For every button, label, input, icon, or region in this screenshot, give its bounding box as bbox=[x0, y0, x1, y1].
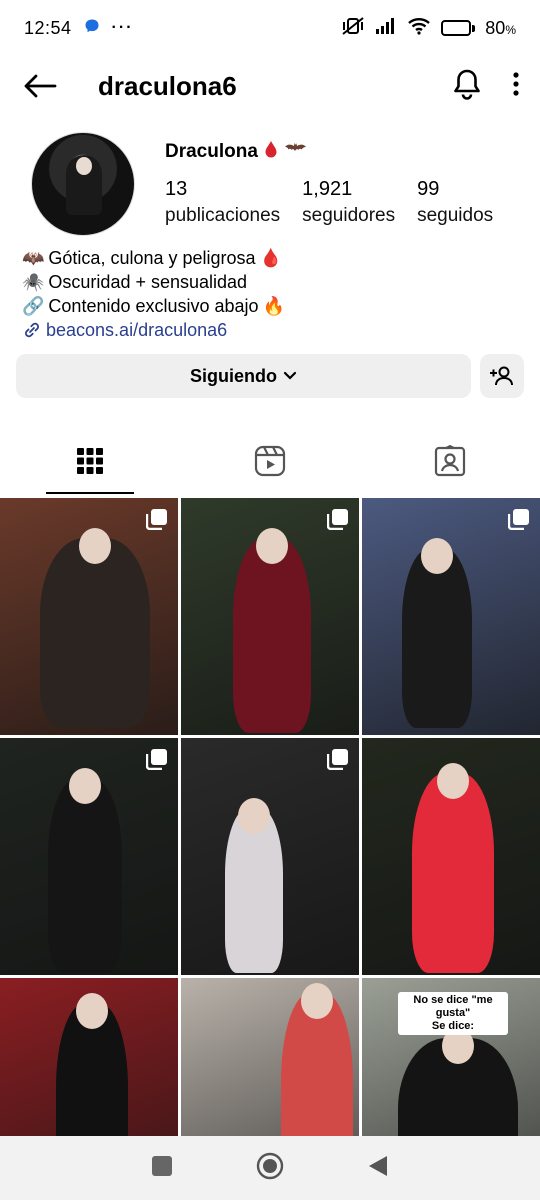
home-circle-icon bbox=[256, 1152, 284, 1179]
post-thumbnail[interactable] bbox=[0, 498, 178, 735]
carousel-icon bbox=[326, 508, 349, 535]
bat-icon bbox=[284, 141, 308, 163]
carousel-icon bbox=[145, 508, 168, 535]
more-options-button[interactable] bbox=[512, 71, 520, 102]
messenger-notification-icon bbox=[84, 18, 100, 39]
bio-suffix-emoji: 🩸 bbox=[259, 248, 282, 268]
overlay-line: Se dice: bbox=[431, 1020, 475, 1032]
post-figure-head bbox=[421, 538, 453, 574]
bio-emoji: 🔗 bbox=[22, 296, 45, 316]
post-figure-head bbox=[76, 993, 108, 1029]
bio-line: 🔗 Contenido exclusivo abajo 🔥 bbox=[22, 294, 285, 318]
stat-value: 99 bbox=[417, 178, 440, 200]
overlay-line: No se dice "me gusta" bbox=[413, 994, 493, 1019]
signal-icon bbox=[375, 17, 397, 40]
stat-posts[interactable]: 13 publicaciones bbox=[165, 178, 280, 227]
post-figure-head bbox=[238, 798, 270, 834]
carousel-icon bbox=[145, 748, 168, 775]
following-label: Siguiendo bbox=[190, 365, 277, 386]
post-figure bbox=[402, 548, 472, 728]
stat-label: seguidores bbox=[302, 205, 396, 226]
post-figure bbox=[48, 778, 122, 973]
chevron-down-icon bbox=[283, 371, 297, 380]
tagged-icon bbox=[434, 445, 466, 477]
stat-following[interactable]: 99 seguidos bbox=[417, 178, 493, 227]
home-button[interactable] bbox=[256, 1152, 284, 1185]
battery-unit: % bbox=[505, 22, 516, 37]
status-bar: 12:54 ··· 80% bbox=[0, 0, 540, 56]
more-notifications-indicator: ··· bbox=[111, 19, 134, 36]
back-button[interactable] bbox=[20, 66, 60, 106]
triangle-back-icon bbox=[368, 1155, 387, 1176]
vertical-dots-icon bbox=[513, 71, 519, 96]
posts-grid: No se dice "me gusta" Se dice: bbox=[0, 498, 540, 1200]
battery-percent: 80 bbox=[485, 17, 506, 38]
stat-value: 1,921 bbox=[302, 178, 353, 200]
reels-icon bbox=[254, 445, 286, 477]
post-figure bbox=[40, 538, 150, 728]
suggested-users-button[interactable] bbox=[480, 354, 524, 398]
bio-emoji: 🕷️ bbox=[22, 272, 45, 292]
bio: 🦇 Gótica, culona y peligrosa 🩸 🕷️ Oscuri… bbox=[22, 246, 285, 342]
bio-text: Gótica, culona y peligrosa bbox=[48, 248, 256, 268]
status-time: 12:54 bbox=[24, 17, 72, 38]
stat-followers[interactable]: 1,921 seguidores bbox=[302, 178, 395, 227]
bio-line: 🕷️ Oscuridad + sensualidad bbox=[22, 270, 285, 294]
stat-label: publicaciones bbox=[165, 205, 281, 226]
bio-suffix-emoji: 🔥 bbox=[262, 296, 285, 316]
post-figure bbox=[233, 538, 311, 733]
post-figure-head bbox=[79, 528, 111, 564]
avatar-face bbox=[76, 157, 92, 175]
following-button[interactable]: Siguiendo bbox=[16, 354, 471, 398]
bio-text: Oscuridad + sensualidad bbox=[48, 272, 248, 292]
bio-emoji: 🦇 bbox=[22, 248, 45, 268]
stat-label: seguidos bbox=[417, 205, 494, 226]
recents-button[interactable] bbox=[151, 1155, 173, 1182]
profile-header: draculona6 bbox=[0, 56, 540, 116]
post-figure bbox=[412, 773, 494, 973]
post-thumbnail[interactable] bbox=[362, 738, 540, 975]
notifications-bell-button[interactable] bbox=[452, 68, 482, 105]
post-figure-head bbox=[256, 528, 288, 564]
bio-link[interactable]: beacons.ai/draculona6 bbox=[22, 318, 285, 342]
post-thumbnail[interactable] bbox=[181, 498, 359, 735]
post-figure-head bbox=[437, 763, 469, 799]
nav-back-button[interactable] bbox=[367, 1154, 389, 1183]
battery-icon bbox=[441, 20, 476, 36]
back-arrow-icon bbox=[24, 74, 57, 98]
square-icon bbox=[152, 1155, 173, 1176]
carousel-icon bbox=[326, 748, 349, 775]
post-thumbnail[interactable] bbox=[181, 738, 359, 975]
link-icon bbox=[25, 322, 39, 338]
blood-drop-icon bbox=[264, 140, 278, 164]
avatar[interactable] bbox=[31, 132, 135, 236]
tab-posts-grid[interactable] bbox=[0, 428, 180, 494]
tab-reels[interactable] bbox=[180, 428, 360, 494]
tab-tagged[interactable] bbox=[360, 428, 540, 494]
header-username: draculona6 bbox=[98, 70, 237, 101]
display-name-row: Draculona bbox=[165, 140, 308, 164]
bell-icon bbox=[454, 69, 480, 100]
post-figure-head bbox=[301, 983, 333, 1019]
profile-stats: 13 publicaciones 1,921 seguidores 99 seg… bbox=[165, 178, 493, 227]
display-name: Draculona bbox=[165, 141, 258, 162]
vibrate-off-icon bbox=[341, 16, 365, 41]
grid-icon bbox=[77, 448, 103, 474]
post-overlay-text: No se dice "me gusta" Se dice: bbox=[398, 992, 508, 1035]
bio-link-text: beacons.ai/draculona6 bbox=[46, 320, 228, 340]
stat-value: 13 bbox=[165, 178, 188, 200]
post-thumbnail[interactable] bbox=[362, 498, 540, 735]
bio-text: Contenido exclusivo abajo bbox=[48, 296, 259, 316]
post-thumbnail[interactable] bbox=[0, 738, 178, 975]
post-figure-head bbox=[69, 768, 101, 804]
bio-line: 🦇 Gótica, culona y peligrosa 🩸 bbox=[22, 246, 285, 270]
wifi-icon bbox=[407, 17, 431, 40]
add-person-icon bbox=[490, 366, 513, 386]
system-navigation-bar bbox=[0, 1136, 540, 1200]
profile-tabs bbox=[0, 428, 540, 494]
carousel-icon bbox=[507, 508, 530, 535]
